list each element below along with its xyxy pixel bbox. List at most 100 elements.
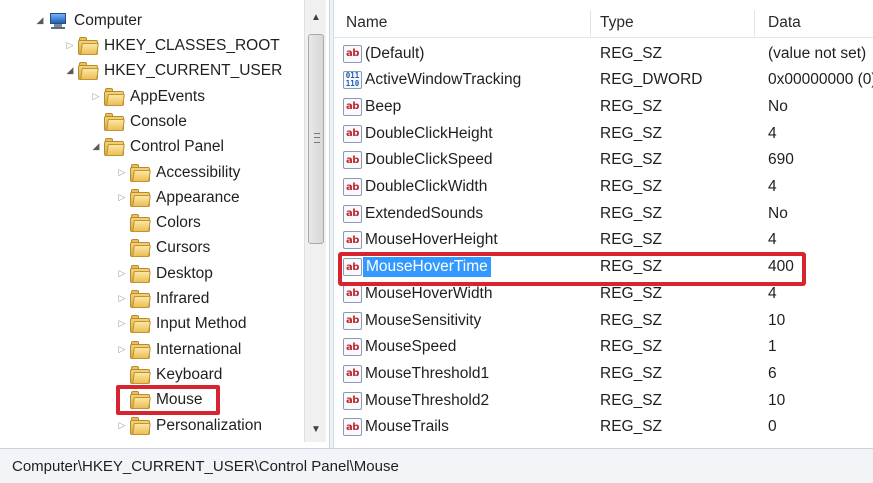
folder-icon	[104, 137, 125, 156]
collapse-arrow-icon[interactable]: ▷	[116, 318, 128, 330]
value-row[interactable]: ab MouseThreshold2 REG_SZ 10	[334, 387, 873, 414]
tree-item-infrared[interactable]: ▷ Infrared	[116, 286, 209, 311]
collapse-arrow-icon[interactable]: ▷	[90, 91, 102, 103]
value-row[interactable]: ab MouseHoverHeight REG_SZ 4	[334, 227, 873, 254]
value-name-cell[interactable]: ab MouseHoverHeight	[343, 227, 498, 254]
collapse-arrow-icon[interactable]: ▷	[64, 40, 76, 52]
value-type-cell: REG_SZ	[600, 231, 663, 249]
value-name-cell[interactable]: ab MouseSensitivity	[343, 307, 481, 334]
value-name-cell[interactable]: 011 110 ActiveWindowTracking	[343, 67, 521, 94]
registry-tree-pane[interactable]: ◢ Computer ▷ HKEY_CLASSES_ROOT ◢ HKEY_CURRENT…	[0, 0, 330, 442]
collapse-arrow-icon[interactable]: ▷	[116, 344, 128, 356]
tree-item-label: Personalization	[156, 416, 262, 434]
value-name-text: MouseThreshold1	[365, 364, 490, 382]
tree-item-appevents[interactable]: ▷ AppEvents	[90, 84, 205, 109]
folder-icon	[130, 365, 151, 384]
tree-item-label: Desktop	[156, 264, 213, 282]
tree-item-keyboard[interactable]: Keyboard	[116, 362, 222, 387]
value-row[interactable]: ab ExtendedSounds REG_SZ No	[334, 200, 873, 227]
value-name-cell[interactable]: ab DoubleClickSpeed	[343, 147, 493, 174]
value-name-text: MouseHoverWidth	[365, 284, 493, 302]
mouse-hover-time-highlight-box	[338, 252, 806, 286]
value-row[interactable]: ab DoubleClickSpeed REG_SZ 690	[334, 147, 873, 174]
value-row[interactable]: ab Beep REG_SZ No	[334, 93, 873, 120]
collapse-arrow-icon[interactable]: ▷	[116, 167, 128, 179]
computer-icon	[48, 12, 68, 30]
value-data-cell: 10	[768, 311, 786, 329]
value-type-cell: REG_SZ	[600, 178, 663, 195]
collapse-arrow-icon[interactable]: ▷	[116, 192, 128, 204]
tree-item-appearance[interactable]: ▷ Appearance	[116, 185, 240, 210]
folder-icon	[130, 188, 151, 207]
tree-item-hkey-classes-root[interactable]: ▷ HKEY_CLASSES_ROOT	[64, 33, 280, 58]
value-name-text: MouseTrails	[365, 418, 449, 436]
value-name-text: (Default)	[365, 44, 425, 62]
tree-item-accessibility[interactable]: ▷ Accessibility	[116, 160, 240, 185]
value-data-cell: 4	[768, 124, 777, 142]
column-header-type[interactable]: Type	[600, 8, 634, 38]
value-name-cell[interactable]: ab DoubleClickWidth	[343, 174, 487, 201]
value-row[interactable]: ab (Default) REG_SZ (value not set)	[334, 40, 873, 67]
tree-item-label: AppEvents	[130, 87, 205, 105]
tree-item-colors[interactable]: Colors	[116, 210, 201, 235]
tree-item-control-panel[interactable]: ◢ Control Panel	[90, 134, 224, 159]
value-name-cell[interactable]: ab (Default)	[343, 40, 424, 67]
expand-arrow-icon[interactable]: ◢	[64, 65, 76, 77]
value-type-cell: REG_SZ	[600, 124, 663, 142]
value-data-cell: 0x00000000 (0)	[768, 71, 873, 89]
value-row[interactable]: ab MouseSpeed REG_SZ 1	[334, 334, 873, 361]
value-name-cell[interactable]: ab MouseSpeed	[343, 334, 456, 361]
tree-item-international[interactable]: ▷ International	[116, 337, 241, 362]
tree-item-label: Console	[130, 112, 187, 130]
folder-icon	[78, 36, 99, 55]
tree-item-label: Accessibility	[156, 163, 241, 181]
string-value-icon: ab	[343, 151, 362, 170]
value-row[interactable]: ab DoubleClickWidth REG_SZ 4	[334, 174, 873, 201]
value-name-cell[interactable]: ab Beep	[343, 93, 401, 120]
string-value-icon: ab	[343, 284, 362, 303]
column-separator[interactable]	[590, 10, 591, 36]
column-separator[interactable]	[754, 10, 755, 36]
value-name-text: ExtendedSounds	[365, 204, 484, 222]
value-row[interactable]: 011 110 ActiveWindowTracking REG_DWORD 0x00…	[334, 67, 873, 94]
tree-item-hkey-current-user[interactable]: ◢ HKEY_CURRENT_USER	[64, 58, 282, 83]
value-name-cell[interactable]: ab MouseThreshold1	[343, 360, 489, 387]
column-header-data[interactable]: Data	[768, 8, 801, 38]
values-column-header: Name Type Data	[334, 8, 873, 38]
value-name-cell[interactable]: ab MouseThreshold2	[343, 387, 489, 414]
expand-arrow-icon[interactable]: ◢	[90, 141, 102, 153]
value-name-cell[interactable]: ab DoubleClickHeight	[343, 120, 493, 147]
column-header-name[interactable]: Name	[346, 8, 387, 38]
value-data-cell: 10	[768, 391, 786, 409]
string-value-icon: ab	[343, 418, 362, 437]
value-row[interactable]: ab MouseSensitivity REG_SZ 10	[334, 307, 873, 334]
tree-item-personalization[interactable]: ▷ Personalization	[116, 413, 262, 438]
tree-scrollbar[interactable]: ▲ ▼	[304, 0, 326, 442]
tree-item-cursors[interactable]: Cursors	[116, 235, 210, 260]
value-name-text: MouseSpeed	[365, 338, 457, 356]
expand-arrow-icon[interactable]: ◢	[34, 15, 46, 27]
tree-item-input-method[interactable]: ▷ Input Method	[116, 311, 246, 336]
string-value-icon: ab	[343, 231, 362, 250]
tree-item-console[interactable]: Console	[90, 109, 187, 134]
collapse-arrow-icon[interactable]: ▷	[116, 268, 128, 280]
collapse-arrow-icon[interactable]: ▷	[116, 293, 128, 305]
value-row[interactable]: ab DoubleClickHeight REG_SZ 4	[334, 120, 873, 147]
scroll-up-arrow-icon[interactable]: ▲	[305, 6, 327, 28]
value-row[interactable]: ab MouseTrails REG_SZ 0	[334, 414, 873, 441]
collapse-arrow-icon[interactable]: ▷	[116, 420, 128, 432]
tree-item-desktop[interactable]: ▷ Desktop	[116, 261, 213, 286]
value-data-cell: 1	[768, 338, 777, 356]
tree-item-label: Input Method	[156, 314, 247, 332]
value-row[interactable]: ab MouseThreshold1 REG_SZ 6	[334, 360, 873, 387]
tree-scrollbar-thumb[interactable]	[308, 34, 324, 244]
scroll-down-arrow-icon[interactable]: ▼	[305, 418, 327, 440]
value-name-cell[interactable]: ab ExtendedSounds	[343, 200, 483, 227]
value-name-cell[interactable]: ab MouseTrails	[343, 414, 449, 441]
tree-item-computer[interactable]: ◢ Computer	[34, 8, 142, 33]
value-type-cell: REG_SZ	[600, 151, 663, 169]
folder-icon	[130, 416, 151, 435]
registry-values-pane[interactable]: Name Type Data ab (Default) REG_SZ (value n…	[334, 0, 873, 442]
